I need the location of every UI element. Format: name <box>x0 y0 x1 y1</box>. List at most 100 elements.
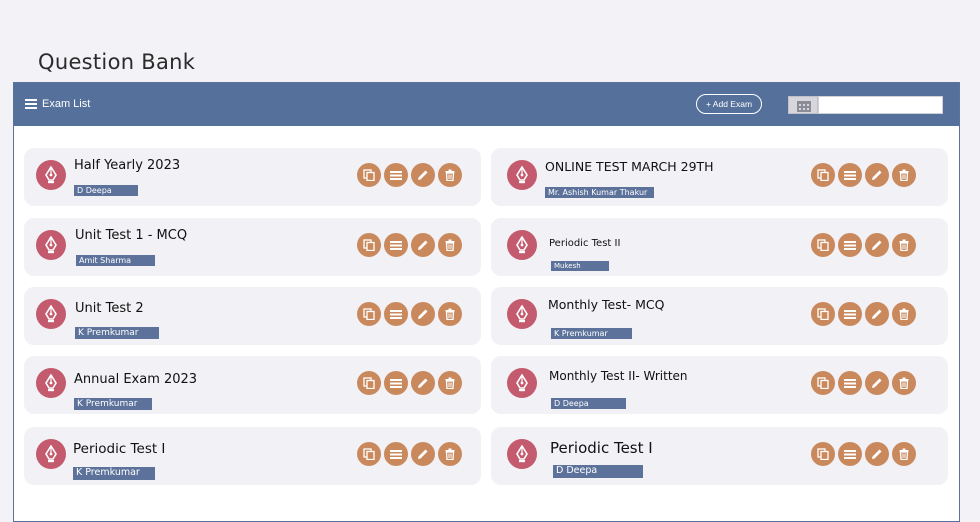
exam-badge <box>507 230 537 260</box>
exam-title: Periodic Test I <box>73 441 166 457</box>
exam-card[interactable]: ONLINE TEST MARCH 29TH Mr. Ashish Kumar T… <box>491 148 948 206</box>
copy-button[interactable] <box>357 163 381 187</box>
delete-button[interactable] <box>438 302 462 326</box>
view-list-button[interactable] <box>838 302 862 326</box>
exam-title: Unit Test 1 - MCQ <box>75 228 188 243</box>
delete-icon <box>899 377 909 389</box>
delete-button[interactable] <box>892 442 916 466</box>
panel-header: Exam List + Add Exam <box>14 83 959 126</box>
delete-icon <box>899 448 909 460</box>
delete-icon <box>445 448 455 460</box>
exam-author-tag: K Premkumar <box>551 328 632 339</box>
exam-card[interactable]: Unit Test 2 K Premkumar <box>24 287 481 345</box>
edit-button[interactable] <box>411 163 435 187</box>
copy-button[interactable] <box>811 163 835 187</box>
exam-card[interactable]: Monthly Test II- Written D Deepa <box>491 356 948 414</box>
delete-button[interactable] <box>438 163 462 187</box>
exam-actions <box>357 163 462 187</box>
view-list-button[interactable] <box>384 163 408 187</box>
edit-button[interactable] <box>411 371 435 395</box>
copy-icon <box>363 239 375 251</box>
list-icon <box>844 450 856 459</box>
exam-card[interactable]: Annual Exam 2023 K Premkumar <box>24 356 481 414</box>
copy-button[interactable] <box>357 233 381 257</box>
view-list-button[interactable] <box>838 233 862 257</box>
edit-button[interactable] <box>411 442 435 466</box>
exam-author-tag: Amit Sharma <box>76 255 155 266</box>
delete-button[interactable] <box>438 371 462 395</box>
exam-badge <box>36 230 66 260</box>
pen-nib-icon <box>45 166 57 184</box>
exam-badge <box>507 368 537 398</box>
view-list-button[interactable] <box>838 442 862 466</box>
exam-card[interactable]: Monthly Test- MCQ K Premkumar <box>491 287 948 345</box>
copy-button[interactable] <box>357 302 381 326</box>
copy-icon <box>817 448 829 460</box>
panel-title: Exam List <box>42 98 91 110</box>
exam-badge <box>36 368 66 398</box>
view-list-button[interactable] <box>838 163 862 187</box>
view-list-button[interactable] <box>384 442 408 466</box>
edit-button[interactable] <box>865 442 889 466</box>
exam-author-tag: K Premkumar <box>74 398 152 410</box>
edit-button[interactable] <box>865 371 889 395</box>
copy-icon <box>363 308 375 320</box>
delete-button[interactable] <box>892 371 916 395</box>
edit-icon <box>872 309 882 319</box>
calendar-button[interactable] <box>788 96 818 114</box>
view-list-button[interactable] <box>384 233 408 257</box>
exam-card[interactable]: Unit Test 1 - MCQ Amit Sharma <box>24 218 481 276</box>
list-icon <box>844 171 856 180</box>
delete-button[interactable] <box>892 233 916 257</box>
edit-button[interactable] <box>411 233 435 257</box>
exam-title: Monthly Test II- Written <box>549 369 688 383</box>
exam-card[interactable]: Half Yearly 2023 D Deepa <box>24 148 481 206</box>
edit-button[interactable] <box>865 163 889 187</box>
view-list-button[interactable] <box>384 302 408 326</box>
delete-button[interactable] <box>892 302 916 326</box>
copy-button[interactable] <box>357 371 381 395</box>
exam-actions <box>357 371 462 395</box>
exam-title: Periodic Test II <box>549 238 621 249</box>
delete-icon <box>445 169 455 181</box>
view-list-button[interactable] <box>838 371 862 395</box>
date-filter-input[interactable] <box>818 96 943 114</box>
edit-button[interactable] <box>411 302 435 326</box>
add-exam-button[interactable]: + Add Exam <box>696 94 762 114</box>
delete-button[interactable] <box>438 442 462 466</box>
copy-button[interactable] <box>811 442 835 466</box>
exam-title: ONLINE TEST MARCH 29TH <box>545 159 714 174</box>
delete-button[interactable] <box>892 163 916 187</box>
exam-title: Annual Exam 2023 <box>74 372 198 387</box>
exam-badge <box>507 439 537 469</box>
edit-button[interactable] <box>865 233 889 257</box>
list-icon <box>844 310 856 319</box>
exam-card[interactable]: Periodic Test I K Premkumar <box>24 427 481 485</box>
calendar-icon <box>797 101 811 112</box>
exam-actions <box>811 163 916 187</box>
list-icon <box>390 379 402 388</box>
copy-button[interactable] <box>811 371 835 395</box>
copy-button[interactable] <box>811 302 835 326</box>
edit-button[interactable] <box>865 302 889 326</box>
copy-button[interactable] <box>811 233 835 257</box>
delete-icon <box>445 308 455 320</box>
delete-button[interactable] <box>438 233 462 257</box>
exam-actions <box>811 233 916 257</box>
list-icon <box>844 241 856 250</box>
copy-button[interactable] <box>357 442 381 466</box>
edit-icon <box>872 170 882 180</box>
exam-actions <box>357 442 462 466</box>
delete-icon <box>899 169 909 181</box>
list-icon <box>390 241 402 250</box>
edit-icon <box>418 449 428 459</box>
pen-nib-icon <box>516 305 528 323</box>
exam-badge <box>36 439 66 469</box>
view-list-button[interactable] <box>384 371 408 395</box>
exam-card[interactable]: Periodic Test II Mukesh <box>491 218 948 276</box>
pen-nib-icon <box>516 236 528 254</box>
exam-author-tag: K Premkumar <box>73 467 155 480</box>
exam-card[interactable]: Periodic Test I D Deepa <box>491 427 948 485</box>
exam-actions <box>811 442 916 466</box>
exam-author-tag: D Deepa <box>551 398 626 409</box>
